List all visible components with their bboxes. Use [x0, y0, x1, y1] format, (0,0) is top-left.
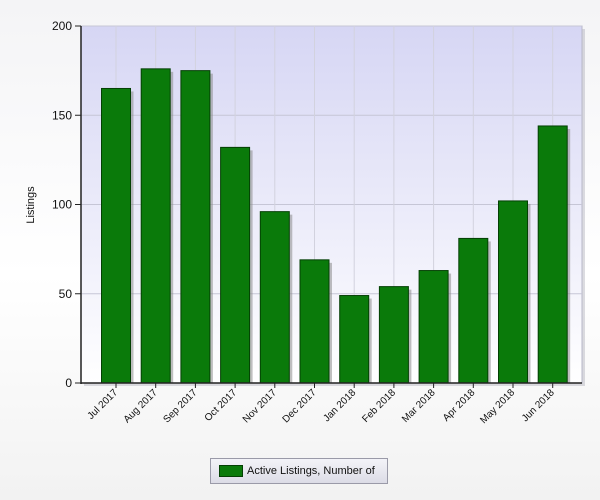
bar: [378, 286, 409, 384]
x-tick-label: Jan 2018: [321, 387, 358, 424]
x-tick-label: Feb 2018: [360, 387, 398, 425]
y-axis-title: Listings: [25, 186, 37, 224]
x-tick-labels: Jul 2017 Aug 2017 Sep 2017 Oct 2017 Nov 2017…: [86, 387, 558, 426]
x-tick-label: Aug 2017: [122, 387, 160, 425]
y-tick-label: 50: [59, 287, 73, 301]
bar: [101, 87, 131, 384]
y-tick-label: 0: [65, 376, 72, 390]
bar: [180, 70, 211, 384]
bar: [299, 259, 330, 384]
y-tick-label: 150: [52, 108, 72, 122]
legend: Active Listings, Number of: [210, 458, 388, 484]
bar: [339, 295, 370, 384]
bar: [537, 125, 568, 384]
bar: [418, 270, 449, 384]
y-tick-labels: 0 50 100 150 200: [52, 19, 72, 390]
bar: [140, 68, 171, 384]
chart-container: 0 50 100 150 200 Jul 2017 Aug 2017 Sep 2017 Oct…: [0, 0, 600, 500]
y-tick-label: 100: [52, 198, 72, 212]
x-tick-label: Dec 2017: [281, 387, 319, 425]
x-tick-label: Mar 2018: [400, 387, 438, 425]
bar: [259, 211, 290, 384]
x-tick-label: Jul 2017: [86, 387, 121, 422]
legend-label: Active Listings, Number of: [247, 465, 375, 477]
bar: [458, 237, 489, 384]
legend-swatch: [219, 465, 243, 477]
bar: [220, 146, 251, 384]
x-tick-label: Apr 2018: [441, 387, 478, 424]
x-tick-label: Nov 2017: [241, 387, 279, 425]
x-tick-label: Oct 2017: [203, 387, 240, 424]
bar-chart: 0 50 100 150 200 Jul 2017 Aug 2017 Sep 2017 Oct…: [25, 19, 585, 426]
x-tick-label: Sep 2017: [161, 387, 199, 425]
x-tick-label: Jun 2018: [520, 387, 557, 424]
x-tick-label: May 2018: [478, 387, 517, 426]
y-tick-label: 200: [52, 19, 72, 33]
bar: [498, 200, 528, 384]
